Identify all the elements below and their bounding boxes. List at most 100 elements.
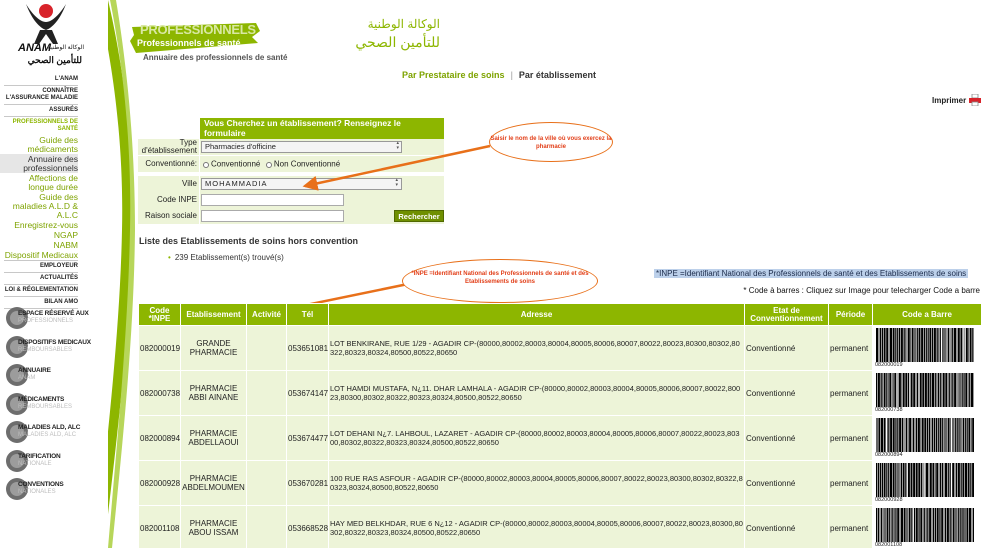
- header-annuaire-title: Annuaire des professionnels de santé: [143, 53, 288, 62]
- cell-etablissement: GRANDE PHARMACIE: [180, 325, 247, 371]
- barcode-icon[interactable]: [875, 373, 975, 407]
- col-header-periode[interactable]: Période: [828, 303, 873, 326]
- cell-barcode[interactable]: 082000928: [872, 460, 982, 506]
- icon-menu-espace[interactable]: ESPACE RÉSERVÉ AUX PROFESSIONNELS: [6, 304, 89, 332]
- ville-control: MOHAMMADIA: [200, 176, 444, 192]
- cell-adresse: HAY MED BELKHDAR, RUE 6 N¿12 - AGADIR CP…: [328, 505, 745, 548]
- inpe-control: [200, 192, 444, 208]
- icon-menu-label: CONVENTIONS: [18, 481, 64, 488]
- nav-item-loi[interactable]: LOI & RÉGLEMENTATION: [4, 285, 78, 297]
- main-nav: L'ANAM CONNAÎTRE L'ASSURANCE MALADIE ASS…: [0, 74, 78, 309]
- icon-menu-conventions[interactable]: CONVENTIONS NATIONALES: [6, 475, 86, 503]
- col-header-adresse[interactable]: Adresse: [328, 303, 745, 326]
- form-row-raison: Raison sociale Rechercher: [138, 208, 444, 224]
- cell-etat: Conventionné: [744, 415, 829, 461]
- header-pro-title: PROFESSIONNELS: [140, 22, 256, 37]
- nav-item-actualites[interactable]: ACTUALITÉS: [4, 273, 78, 285]
- col-header-etat[interactable]: Etat de Conventionnement: [744, 303, 829, 326]
- icon-menu-maladies[interactable]: MALADIES ALD, ALC MALADIES ALD, ALC: [6, 418, 86, 446]
- icon-menu-sublabel: REMBOURSABLES: [18, 346, 73, 353]
- barcode-icon[interactable]: [875, 418, 975, 452]
- icon-menu-medicaments[interactable]: MÉDICAMENTS REMBOURSABLES: [6, 390, 86, 418]
- cell-barcode[interactable]: 082000738: [872, 370, 982, 416]
- icon-menu-tarification[interactable]: TARIFICATION NATIONALE: [6, 447, 86, 475]
- subnav-nabm[interactable]: NABM: [4, 240, 78, 250]
- search-button[interactable]: Rechercher: [394, 210, 444, 222]
- barcode-number: 082000928: [875, 497, 903, 503]
- cell-periode: permanent: [828, 370, 873, 416]
- cell-adresse: LOT HAMDI MUSTAFA, N¿11. DHAR LAMHALA - …: [328, 370, 745, 416]
- anam-logo[interactable]: ANAM الوكالة الوطنية للتأمين الصحي: [6, 0, 84, 68]
- inpe-input[interactable]: [201, 194, 344, 206]
- nav-item-professionnels[interactable]: PROFESSIONNELS DE SANTÉ: [4, 117, 78, 135]
- col-header-tel[interactable]: Tél: [286, 303, 329, 326]
- col-header-barcode[interactable]: Code a Barre: [872, 303, 982, 326]
- subnav-ngap[interactable]: NGAP: [4, 230, 78, 240]
- conventionne-control: Conventionné Non Conventionné: [200, 156, 444, 172]
- icon-menu-annuaire[interactable]: ANNUAIRE ANAM: [6, 361, 86, 389]
- header-arabic-line1: الوكالة الوطنية: [367, 17, 440, 31]
- barcode-icon[interactable]: [875, 328, 975, 362]
- ville-select[interactable]: MOHAMMADIA: [201, 178, 402, 190]
- subnav-guide-medicaments[interactable]: Guide des médicaments: [4, 135, 78, 154]
- header-arabic-line2: للتأمين الصحي: [355, 34, 440, 50]
- list-title: Liste des Etablissements de soins hors c…: [139, 236, 359, 246]
- form-row-ville: Ville MOHAMMADIA: [138, 176, 444, 192]
- ville-label: Ville: [138, 176, 199, 192]
- cell-barcode[interactable]: 082000894: [872, 415, 982, 461]
- cell-etablissement: PHARMACIE ABBI AINANE: [180, 370, 247, 416]
- form-row-inpe: Code INPE: [138, 192, 444, 208]
- cell-adresse: LOT DEHANI N¿7. LAHBOUL, LAZARET - AGADI…: [328, 415, 745, 461]
- cell-activite: [246, 370, 287, 416]
- raison-input[interactable]: [201, 210, 344, 222]
- cell-etat: Conventionné: [744, 370, 829, 416]
- anam-logo-icon: [26, 4, 66, 44]
- barcode-number: 082000738: [875, 407, 903, 413]
- radio-conventionne[interactable]: [203, 161, 209, 168]
- cell-code: 082000928: [138, 460, 181, 506]
- icon-menu-sublabel: REMBOURSABLES: [18, 403, 73, 410]
- barcode-note: * Code à barres : Cliquez sur Image pour…: [743, 286, 980, 295]
- cell-periode: permanent: [828, 460, 873, 506]
- type-label: Type d'établissement: [138, 139, 199, 155]
- subnav-affections[interactable]: Affections de longue durée: [4, 173, 78, 192]
- cell-barcode[interactable]: 082001108: [872, 505, 982, 548]
- nav-item-assures[interactable]: ASSURÉS: [4, 105, 78, 117]
- raison-label: Raison sociale: [138, 208, 199, 224]
- annotation-ville: Saisir le nom de la ville où vous exerce…: [489, 122, 613, 162]
- radio-non-conventionne[interactable]: [265, 161, 272, 168]
- cell-activite: [246, 505, 287, 548]
- subnav-enregistrez[interactable]: Enregistrez-vous: [4, 220, 78, 230]
- print-link[interactable]: Imprimer: [932, 96, 966, 105]
- cell-etablissement: PHARMACIE ABDELLAOUI: [180, 415, 247, 461]
- barcode-number: 082000019: [875, 362, 903, 368]
- icon-menu-sublabel: NATIONALE: [18, 460, 52, 467]
- icon-menu-sublabel: PROFESSIONNELS: [18, 318, 74, 324]
- table-row: 082000928 PHARMACIE ABDELMOUMEN 05367028…: [138, 460, 982, 506]
- nav-item-employeur[interactable]: EMPLOYEUR: [4, 261, 78, 273]
- table-header-row: Code *INPE Etablissement Activité Tél Ad…: [138, 303, 982, 326]
- col-header-activite[interactable]: Activité: [246, 303, 287, 326]
- tab-par-etablissement[interactable]: Par établissement: [519, 70, 596, 80]
- tab-separator: |: [510, 70, 513, 80]
- search-mode-tabs: Par Prestataire de soins | Par établisseme…: [402, 70, 596, 80]
- tab-par-prestataire[interactable]: Par Prestataire de soins: [402, 70, 505, 80]
- nav-item-anam[interactable]: L'ANAM: [4, 74, 78, 86]
- type-select[interactable]: Pharmacies d'officine: [201, 141, 402, 153]
- cell-barcode[interactable]: 082000019: [872, 325, 982, 371]
- cell-tel: 0536744774: [286, 415, 329, 461]
- subnav-annuaire[interactable]: Annuaire des professionnels: [0, 154, 78, 173]
- col-header-etablissement[interactable]: Etablissement: [180, 303, 247, 326]
- cell-etat: Conventionné: [744, 505, 829, 548]
- barcode-icon[interactable]: [875, 463, 975, 497]
- nav-item-connaitre[interactable]: CONNAÎTRE L'ASSURANCE MALADIE: [4, 86, 78, 105]
- subnav-guide-maladies[interactable]: Guide des maladies A.L.D & A.L.C: [4, 192, 78, 220]
- col-header-code[interactable]: Code *INPE: [138, 303, 181, 326]
- annotation-inpe: *INPE =Identifiant National des Professi…: [402, 259, 598, 303]
- cell-code: 082000894: [138, 415, 181, 461]
- icon-menu-dispositifs[interactable]: DISPOSITIFS MEDICAUX REMBOURSABLES: [6, 333, 91, 361]
- subnav-dispositif[interactable]: Dispositif Medicaux: [4, 250, 78, 261]
- cell-code: 082001108: [138, 505, 181, 548]
- printer-icon[interactable]: [969, 94, 981, 106]
- barcode-icon[interactable]: [875, 508, 975, 542]
